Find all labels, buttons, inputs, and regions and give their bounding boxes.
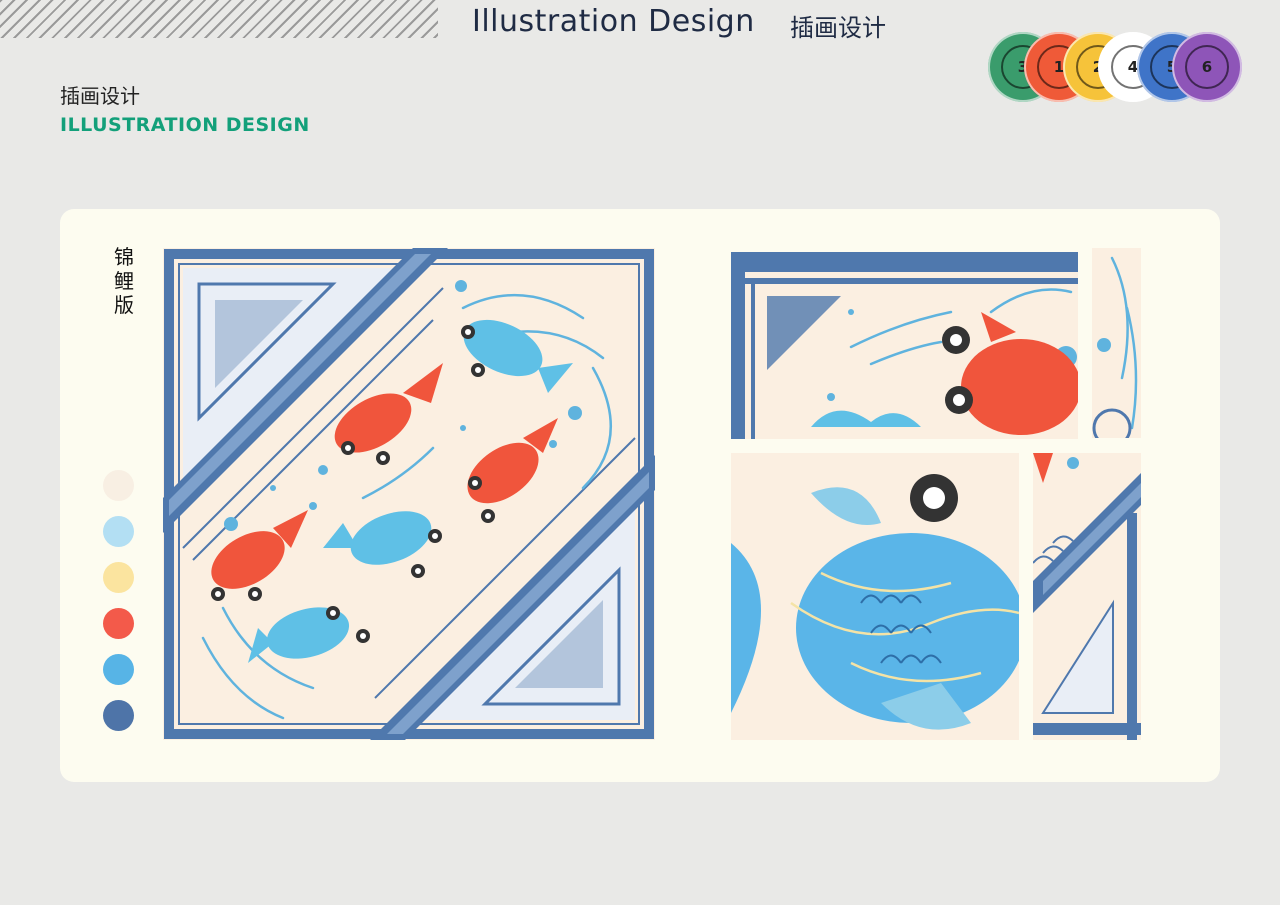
section-title-cn: 插画设计: [60, 84, 140, 108]
section-title-en: ILLUSTRATION DESIGN: [60, 114, 310, 136]
detail-crop-red-koi: [731, 252, 1078, 439]
hatch-decoration: [0, 0, 438, 38]
main-koi-illustration: [163, 248, 655, 740]
detail-crop-blue-koi: [731, 453, 1019, 740]
page-title-cn: 插画设计: [790, 14, 886, 42]
swatch-light-blue: [103, 516, 134, 547]
swatch-yellow: [103, 562, 134, 593]
badge-number: 6: [1185, 45, 1229, 89]
swatch-sky-blue: [103, 654, 134, 685]
version-label: 锦鲤版: [114, 245, 134, 317]
detail-crop-water: [1092, 248, 1141, 438]
swatch-red: [103, 608, 134, 639]
page-title: Illustration Design: [472, 4, 755, 39]
detail-crop-border: [1033, 453, 1141, 740]
swatch-steel-blue: [103, 700, 134, 731]
badge-6[interactable]: 6: [1172, 32, 1242, 102]
swatch-cream: [103, 470, 134, 501]
